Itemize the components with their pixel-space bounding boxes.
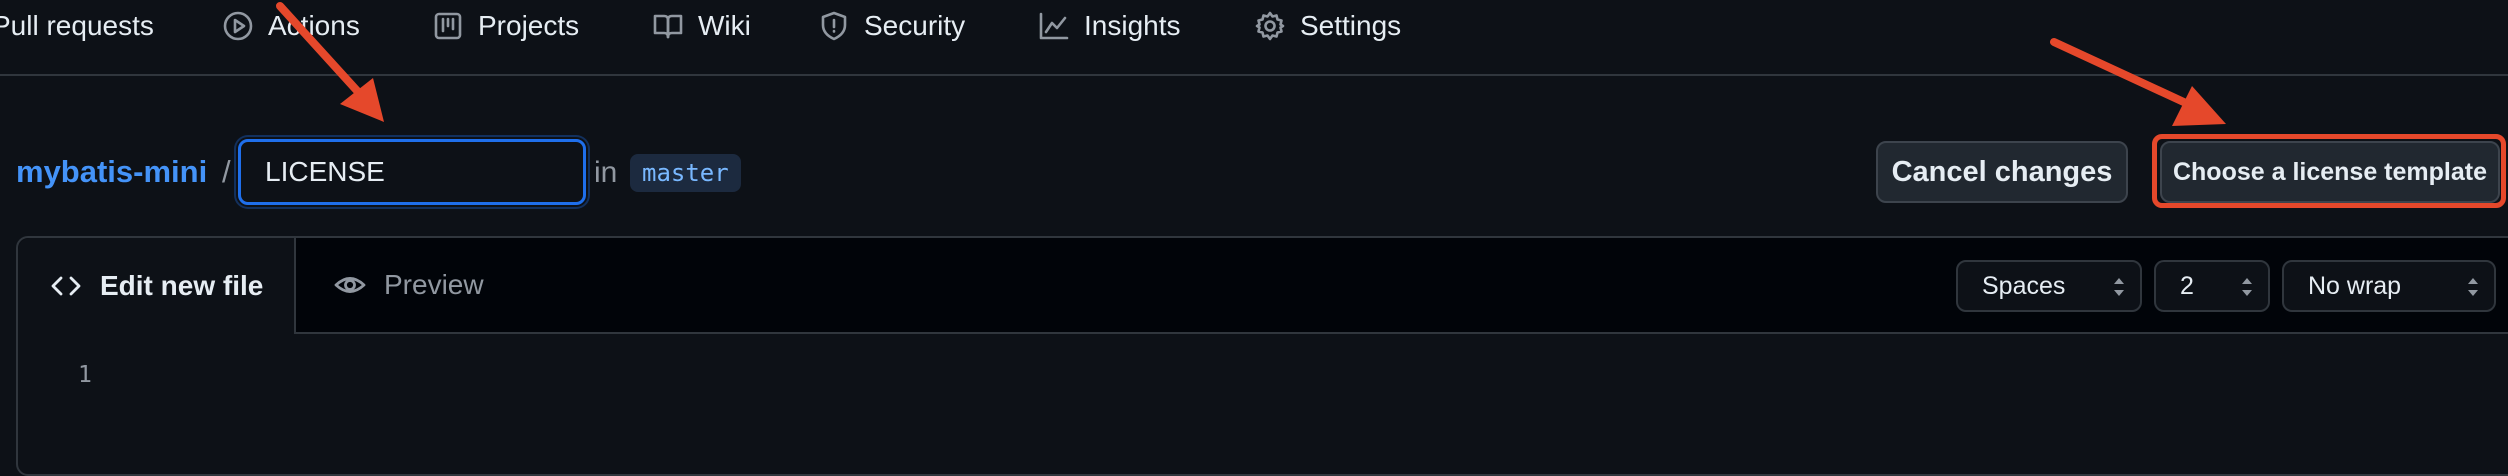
indent-size-select[interactable]: 2: [2154, 260, 2270, 312]
nav-settings[interactable]: Settings: [1254, 0, 1401, 52]
nav-projects[interactable]: Projects: [432, 0, 579, 52]
editor-tabbar: Edit new file Preview Spaces 2 No wrap: [18, 238, 2508, 334]
nav-wiki[interactable]: Wiki: [652, 0, 751, 52]
project-board-icon: [434, 12, 462, 40]
choose-license-template-button[interactable]: Choose a license template: [2160, 141, 2500, 203]
filename-input[interactable]: [238, 139, 586, 205]
branch-label[interactable]: master: [630, 154, 741, 192]
gear-icon: [1255, 11, 1285, 41]
nav-actions[interactable]: Actions: [222, 0, 360, 52]
sort-caret-icon: [2468, 278, 2478, 296]
file-editor: Edit new file Preview Spaces 2 No wrap 1: [16, 236, 2508, 476]
code-icon: [51, 276, 81, 296]
nav-label: Actions: [268, 10, 360, 41]
repo-nav: Pull requests Actions Projects Wiki Secu…: [0, 0, 2508, 76]
cancel-changes-button[interactable]: Cancel changes: [1876, 141, 2128, 203]
tab-label: Preview: [384, 269, 484, 300]
nav-label: Pull requests: [0, 10, 154, 41]
tab-label: Edit new file: [100, 270, 264, 301]
tab-preview[interactable]: Preview: [334, 238, 484, 332]
play-circle-icon: [223, 11, 253, 41]
repo-link[interactable]: mybatis-mini: [16, 154, 207, 190]
nav-label: Insights: [1084, 10, 1181, 41]
path-separator: /: [222, 154, 231, 189]
nav-label: Wiki: [698, 10, 751, 41]
graph-icon: [1039, 12, 1069, 40]
shield-icon: [821, 11, 847, 41]
wrap-mode-select[interactable]: No wrap: [2282, 260, 2496, 312]
line-number: 1: [78, 362, 92, 388]
select-value: Spaces: [1982, 271, 2066, 300]
eye-icon: [334, 277, 366, 293]
nav-label: Settings: [1300, 10, 1402, 41]
nav-label: Security: [864, 10, 966, 41]
nav-label: Projects: [478, 10, 580, 41]
nav-pull-requests[interactable]: Pull requests: [0, 0, 154, 52]
select-value: No wrap: [2308, 271, 2402, 300]
nav-security[interactable]: Security: [818, 0, 965, 52]
sort-caret-icon: [2114, 278, 2124, 296]
nav-insights[interactable]: Insights: [1038, 0, 1181, 52]
select-value: 2: [2180, 271, 2194, 300]
in-label: in: [594, 156, 618, 189]
tab-edit-new-file[interactable]: Edit new file: [18, 238, 296, 334]
indent-mode-select[interactable]: Spaces: [1956, 260, 2142, 312]
book-icon: [653, 14, 683, 39]
sort-caret-icon: [2242, 278, 2252, 296]
